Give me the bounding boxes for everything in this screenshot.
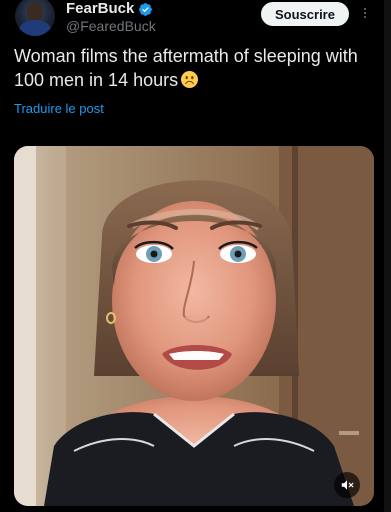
slightly-frowning-face-icon [181,71,199,88]
video-frame [14,146,374,506]
verified-badge-icon [139,2,153,16]
avatar[interactable] [15,0,55,36]
video-player[interactable] [14,146,374,506]
mute-toggle-button[interactable] [334,472,360,498]
more-options-icon[interactable] [360,6,370,22]
author-handle[interactable]: @FearedBuck [66,18,156,35]
subscribe-button[interactable]: Souscrire [261,2,349,26]
post-card: FearBuck @FearedBuck Souscrire Woman fil… [0,0,391,512]
post-text: Woman films the aftermath of sleeping wi… [14,44,374,92]
translate-post-link[interactable]: Traduire le post [14,101,104,116]
display-name[interactable]: FearBuck [66,0,134,18]
post-header: FearBuck @FearedBuck Souscrire [0,0,391,44]
muted-speaker-icon [341,480,354,490]
scrollbar[interactable] [384,0,391,512]
author-name-row: FearBuck [66,0,153,18]
